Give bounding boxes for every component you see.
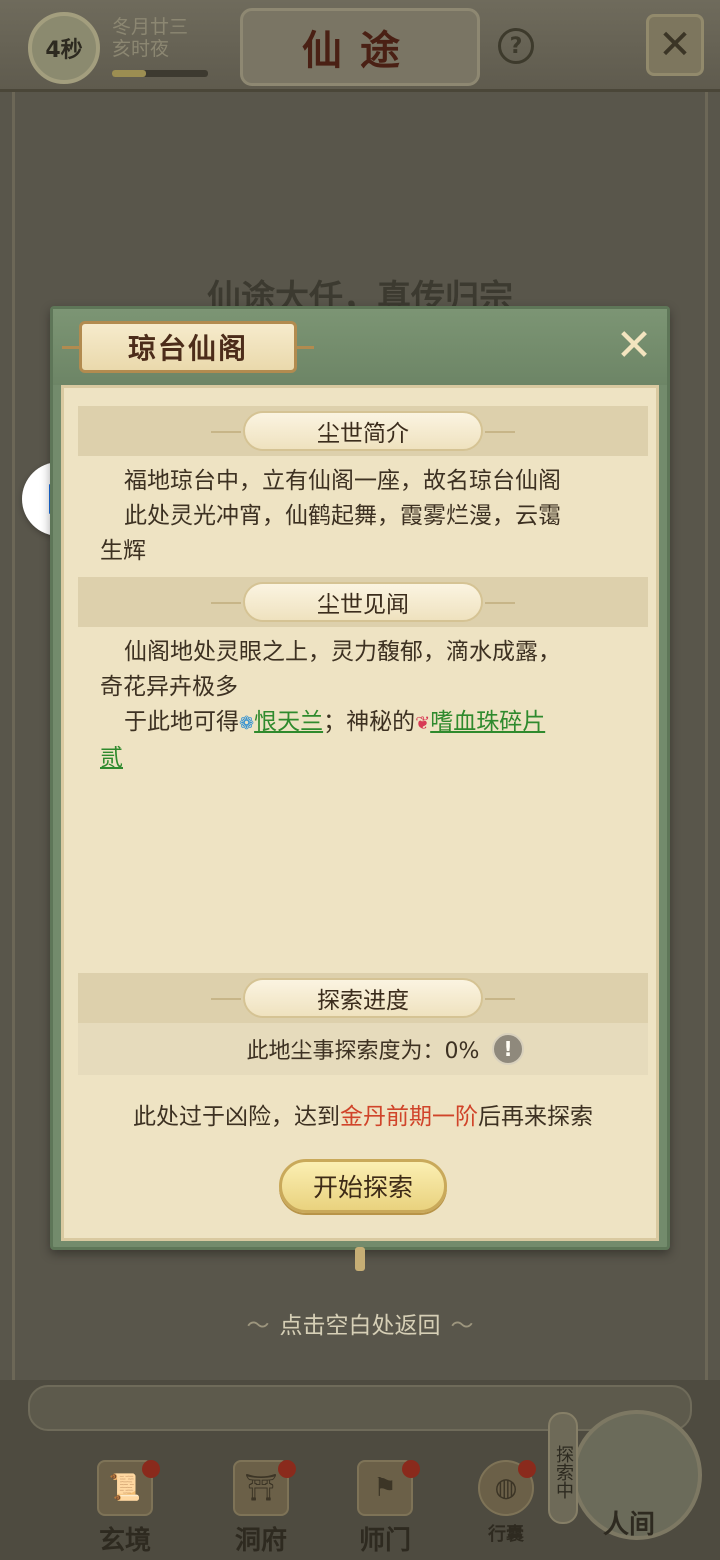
intro-line-2-text: 此处灵光冲宵，仙鹤起舞，霞雾烂漫，云霭 <box>124 503 561 529</box>
time-progress-bar <box>112 70 208 77</box>
time-progress-fill <box>112 70 146 77</box>
modal-close-button[interactable]: ✕ <box>611 323 657 369</box>
notification-dot <box>402 1460 420 1478</box>
danger-prefix: 此处过于凶险，达到 <box>133 1104 340 1130</box>
return-hint[interactable]: 〜点击空白处返回〜 <box>0 1306 720 1340</box>
nav-label-renjian: 人间 <box>602 1510 655 1540</box>
lore-line-4: 贰 <box>100 741 626 776</box>
nav-shimen[interactable]: ⚑ 师门 <box>330 1460 440 1556</box>
nav-renjian[interactable]: 人间 <box>574 1500 684 1560</box>
start-explore-button[interactable]: 开始探索 <box>279 1159 447 1213</box>
lore-text: 仙阁地处灵眼之上，灵力馥郁，滴水成露， 奇花异卉极多 于此地可得❁恨天兰；神秘的… <box>78 627 648 973</box>
calendar-date-line2: 亥时夜 <box>112 38 170 60</box>
orchid-icon: ❁ <box>239 713 255 734</box>
danger-suffix: 后再来探索 <box>478 1104 593 1130</box>
notification-dot <box>142 1460 160 1478</box>
lore-line-1: 仙阁地处灵眼之上，灵力馥郁，滴水成露， <box>100 635 626 670</box>
modal-title: 琼台仙阁 <box>62 321 314 373</box>
lore-line-2: 奇花异卉极多 <box>100 674 238 700</box>
nav-label-shimen: 师门 <box>358 1526 411 1556</box>
calendar-date-line1: 冬月廿三 <box>112 16 189 38</box>
return-hint-text: 点击空白处返回 <box>279 1313 441 1339</box>
swirl-left-icon: 〜 <box>246 1313 270 1339</box>
intro-line-1: 福地琼台中，立有仙阁一座，故名琼台仙阁 <box>100 464 626 499</box>
nav-label-xuanjing: 玄境 <box>98 1526 151 1556</box>
page-title: 仙途 <box>240 8 480 86</box>
nav-xuanjing[interactable]: 📜 玄境 <box>70 1460 180 1556</box>
nav-label-dongfu: 洞府 <box>234 1526 287 1556</box>
intro-line-3: 生辉 <box>100 538 146 564</box>
section-header-lore: 尘世见闻 <box>78 577 648 627</box>
notification-dot <box>278 1460 296 1478</box>
section-header-intro: 尘世简介 <box>78 406 648 456</box>
danger-notice: 此处过于凶险，达到金丹前期一阶后再来探索 <box>78 1097 648 1131</box>
bottom-scroll-bar <box>28 1385 692 1431</box>
countdown-timer: 4秒 <box>28 12 100 84</box>
blood-pearl-icon: ❦ <box>415 713 431 734</box>
explore-progress-row: 此地尘事探索度为：0% ! <box>78 1023 648 1075</box>
scroll-knot <box>355 1247 365 1271</box>
section-title-lore: 尘世见闻 <box>211 582 515 622</box>
top-bar: 4秒 冬月廿三 亥时夜 仙途 ? ✕ <box>0 0 720 92</box>
lore-line-3: 于此地可得❁恨天兰；神秘的❦嗜血珠碎片 <box>100 705 626 741</box>
intro-text: 福地琼台中，立有仙阁一座，故名琼台仙阁 此处灵光冲宵，仙鹤起舞，霞雾烂漫，云霭 … <box>78 456 648 577</box>
lore-line-1-text: 仙阁地处灵眼之上，灵力馥郁，滴水成露， <box>124 639 561 665</box>
swirl-right-icon: 〜 <box>450 1313 474 1339</box>
nav-xingnang[interactable]: ◍ 行囊 <box>456 1460 556 1556</box>
section-title-progress: 探索进度 <box>211 978 515 1018</box>
section-title-intro: 尘世简介 <box>211 411 515 451</box>
explore-progress-text: 此地尘事探索度为：0% <box>246 1039 480 1064</box>
item-link-blood-pearl[interactable]: 嗜血珠碎片 <box>430 709 545 735</box>
item-link-hentianlan[interactable]: 恨天兰 <box>254 709 323 735</box>
calendar-date: 冬月廿三 亥时夜 <box>112 16 222 60</box>
lore-prefix: 于此地可得 <box>124 709 239 735</box>
location-modal: 琼台仙阁 ✕ 尘世简介 福地琼台中，立有仙阁一座，故名琼台仙阁 此处灵光冲宵，仙… <box>50 306 670 1271</box>
intro-line-2: 此处灵光冲宵，仙鹤起舞，霞雾烂漫，云霭 <box>100 499 626 534</box>
page-close-button[interactable]: ✕ <box>646 14 704 76</box>
info-exclamation-icon[interactable]: ! <box>492 1033 524 1065</box>
notification-dot <box>518 1460 536 1478</box>
nav-dongfu[interactable]: ⛩ 洞府 <box>206 1460 316 1556</box>
help-button[interactable]: ? <box>498 28 534 64</box>
required-realm: 金丹前期一阶 <box>340 1104 478 1130</box>
lore-mid: ；神秘的 <box>323 709 416 735</box>
intro-line-1-text: 福地琼台中，立有仙阁一座，故名琼台仙阁 <box>124 468 561 494</box>
item-link-blood-pearl-tail[interactable]: 贰 <box>100 745 123 771</box>
modal-content: 尘世简介 福地琼台中，立有仙阁一座，故名琼台仙阁 此处灵光冲宵，仙鹤起舞，霞雾烂… <box>61 385 659 1241</box>
section-header-progress: 探索进度 <box>78 973 648 1023</box>
nav-label-xingnang: 行囊 <box>488 1524 524 1545</box>
